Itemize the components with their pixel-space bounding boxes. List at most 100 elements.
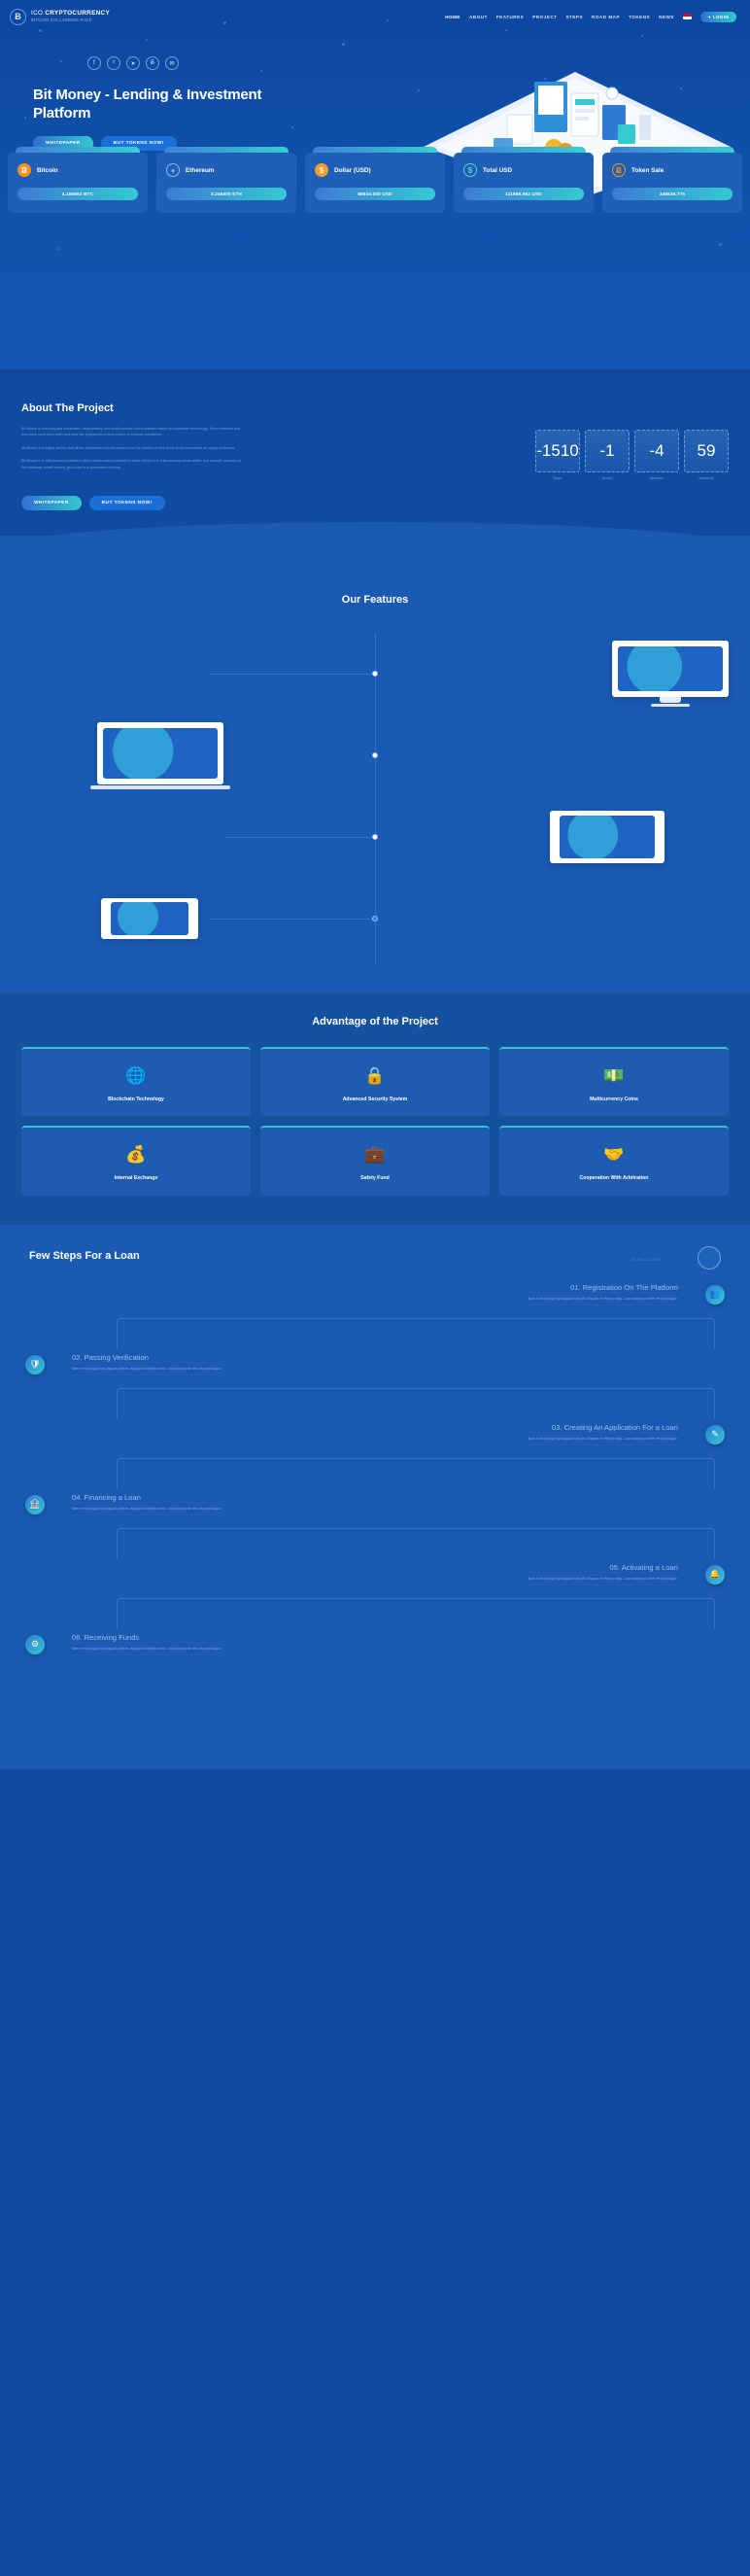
- step-description: Nam in lectus eget nisi aliquam ultrices…: [72, 1366, 222, 1371]
- feature-node: [372, 752, 378, 758]
- brand-subtitle: BITCOIN ICO LANDING PAGE: [31, 17, 92, 22]
- countdown-value: -1: [585, 430, 630, 472]
- feature-row-tablet: [0, 796, 750, 878]
- step-description: Nam in lectus eget nisi aliquam ultrices…: [528, 1296, 678, 1301]
- login-button[interactable]: ● LOGIN: [699, 11, 736, 22]
- ticker-card-ethereum[interactable]: ♦ Ethereum 3.245000 ETH: [156, 147, 296, 213]
- ticker-name: Ethereum: [186, 166, 215, 174]
- about-buttons: WHITEPAPER BUY TOKENS NOW!: [21, 496, 729, 510]
- countdown-label: Seconds: [699, 476, 714, 480]
- features-section: Our Features: [0, 574, 750, 992]
- ticker-icon: ♦: [166, 163, 180, 177]
- step-description: Nam in lectus eget nisi aliquam ultrices…: [72, 1506, 222, 1511]
- step-connector: [117, 1317, 715, 1351]
- countdown-value: -1510: [535, 430, 580, 472]
- countdown-unit-hours: -1 Hours: [585, 430, 630, 480]
- advantage-advanced-security-system[interactable]: 🔒 Advanced Security System: [260, 1047, 490, 1117]
- advantage-icon: 🔒: [364, 1066, 386, 1085]
- step-description: Nam in lectus eget nisi aliquam ultrices…: [72, 1646, 222, 1651]
- step-connector: [117, 1597, 715, 1631]
- countdown-value: 59: [684, 430, 729, 472]
- advantages-section: Advantage of the Project 🌐 Blockchain Te…: [0, 992, 750, 1225]
- brand[interactable]: Ƀ ICO CRYPTOCURRENCY BITCOIN ICO LANDING…: [10, 8, 110, 25]
- ticker-name: Total USD: [483, 166, 513, 174]
- advantages-grid: 🌐 Blockchain Technology 🔒 Advanced Securi…: [21, 1047, 729, 1196]
- brand-logo-icon: Ƀ: [10, 8, 26, 25]
- step-icon: 🛡: [25, 1354, 45, 1375]
- step-title: 06. Receiving Funds: [72, 1632, 140, 1642]
- advantage-safety-fund[interactable]: 💼 Safety Fund: [260, 1126, 490, 1196]
- ticker-value: 111969.062 USD: [463, 188, 584, 200]
- scroll-down-label: SCROLL DOWN: [631, 1257, 661, 1262]
- advantage-icon: 💰: [125, 1145, 147, 1165]
- nav-item-steps[interactable]: STEPS: [565, 15, 583, 19]
- advantage-icon: 💵: [603, 1066, 625, 1085]
- about-whitepaper-button[interactable]: WHITEPAPER: [21, 496, 82, 510]
- hero-left: f ᴛ ➤ Ƀ ✉ Bit Money - Lending & Investment P…: [17, 39, 280, 151]
- advantage-label: Multicurrency Coins: [590, 1097, 638, 1102]
- step-connector: [117, 1387, 715, 1421]
- ticker-card-total-usd[interactable]: $ Total USD 111969.062 USD: [454, 147, 594, 213]
- ticker-name: Bitcoin: [37, 166, 58, 174]
- ticker-icon: Ƀ: [17, 163, 31, 177]
- ticker-icon: Ƀ: [612, 163, 626, 177]
- step-icon: ✎: [705, 1424, 725, 1445]
- about-paragraph: Bit Money is a multi-functional platform…: [21, 459, 241, 470]
- login-label: LOGIN: [712, 14, 729, 19]
- step-title: 01. Registration On The Platform: [570, 1282, 678, 1292]
- ticker-value: 3.245000 ETH: [166, 188, 287, 200]
- nav-item-features[interactable]: FEATURES: [496, 15, 524, 19]
- about-text: Bit Money is a lending and investment, m…: [21, 426, 245, 480]
- ticker-icon: $: [463, 163, 477, 177]
- nav-item-road-map[interactable]: ROAD MAP: [592, 15, 620, 19]
- advantage-label: Cooperation With Arbitration: [579, 1175, 649, 1182]
- advantage-internal-exchange[interactable]: 💰 Internal Exchange: [21, 1126, 251, 1196]
- twitter-icon[interactable]: ᴛ: [107, 56, 120, 70]
- brand-title: ICO CRYPTOCURRENCY: [31, 10, 110, 17]
- hero-section: Ƀ ICO CRYPTOCURRENCY BITCOIN ICO LANDING…: [0, 0, 750, 369]
- about-paragraph: Bit Money is a unique service that allow…: [21, 445, 236, 450]
- advantage-label: Blockchain Technology: [108, 1097, 164, 1102]
- step-description: Nam in lectus eget nisi aliquam ultrices…: [528, 1436, 678, 1441]
- step-title: 03. Creating An Application For a Loan: [551, 1422, 678, 1432]
- advantage-blockchain-technology[interactable]: 🌐 Blockchain Technology: [21, 1047, 251, 1117]
- nav-item-tokens[interactable]: TOKENS: [629, 15, 650, 19]
- landing-page: Ƀ ICO CRYPTOCURRENCY BITCOIN ICO LANDING…: [0, 0, 750, 2576]
- nav-item-project[interactable]: PROJECT: [532, 15, 557, 19]
- ticker-value: 4.160651 BTC: [17, 188, 138, 200]
- about-section: About The Project Bit Money is a lending…: [0, 369, 750, 510]
- countdown-value: -4: [634, 430, 679, 472]
- feature-node: [372, 834, 378, 840]
- advantage-label: Advanced Security System: [342, 1097, 408, 1102]
- telegram-icon[interactable]: ➤: [126, 56, 140, 70]
- ticker-card-token-sale[interactable]: Ƀ Token Sale 346636.775: [602, 147, 742, 213]
- countdown-unit-days: -1510 Days: [535, 430, 580, 480]
- about-paragraph: Bit Money is a lending and investment, m…: [21, 427, 241, 437]
- step-connector: [117, 1527, 715, 1561]
- advantage-cooperation-with-arbitration[interactable]: 🤝 Cooperation With Arbitration: [499, 1126, 729, 1196]
- ticker-name: Dollar (USD): [334, 166, 371, 174]
- particle-dot: [719, 243, 722, 246]
- hero-content: f ᴛ ➤ Ƀ ✉ Bit Money - Lending & Investment P…: [0, 27, 750, 200]
- ticker-card-bitcoin[interactable]: Ƀ Bitcoin 4.160651 BTC: [8, 147, 148, 213]
- facebook-icon[interactable]: f: [87, 56, 101, 70]
- feature-node: [372, 671, 378, 677]
- main-nav: HOME ABOUT FEATURES PROJECT STEPS ROAD MAP TOK…: [445, 11, 736, 22]
- advantages-title: Advantage of the Project: [312, 1016, 438, 1027]
- about-title: About The Project: [21, 402, 114, 414]
- nav-item-home[interactable]: HOME: [445, 15, 460, 19]
- about-buy-tokens-button[interactable]: BUY TOKENS NOW!: [88, 496, 165, 510]
- wave-divider: [0, 522, 750, 574]
- bitcoin-icon[interactable]: Ƀ: [146, 56, 159, 70]
- ticker-value: 346636.775: [612, 188, 733, 200]
- advantage-icon: 🤝: [603, 1145, 625, 1165]
- advantage-multicurrency-coins[interactable]: 💵 Multicurrency Coins: [499, 1047, 729, 1117]
- email-icon[interactable]: ✉: [165, 56, 179, 70]
- nav-item-about[interactable]: ABOUT: [469, 15, 488, 19]
- brand-title-bold: CRYPTOCURRENCY: [45, 10, 111, 17]
- ticker-card-dollar-usd[interactable]: $ Dollar (USD) 58634.000 USD: [305, 147, 445, 213]
- feature-phone: [101, 898, 198, 939]
- ticker-cards: Ƀ Bitcoin 4.160651 BTC ♦ Ethereum 3.2450…: [0, 147, 750, 213]
- nav-item-news[interactable]: NEWS: [659, 15, 674, 19]
- flag-icon[interactable]: [682, 14, 692, 19]
